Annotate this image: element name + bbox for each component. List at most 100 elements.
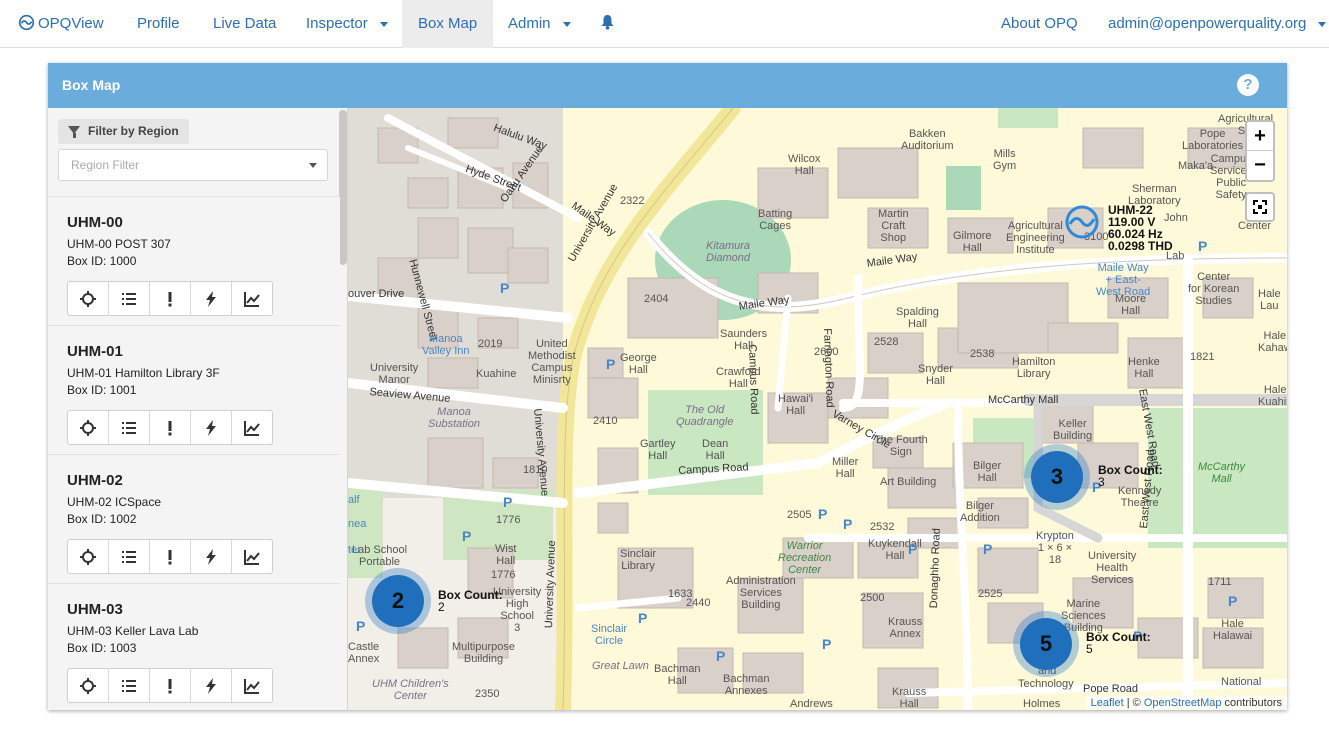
parking-icon: P [1228, 593, 1238, 609]
fullscreen-button[interactable] [1245, 192, 1275, 222]
nav-box-map[interactable]: Box Map [402, 0, 494, 48]
box-card[interactable]: UHM-03 UHM-03 Keller Lava Lab Box ID: 1003 [48, 583, 340, 710]
map-label-great-lawn: Great Lawn [592, 660, 649, 672]
fullscreen-icon [1253, 200, 1267, 214]
parking-icon: P [1198, 238, 1208, 254]
bolt-button[interactable] [191, 669, 232, 702]
box-name: UHM-02 [67, 472, 123, 489]
map-label-n2322: 2322 [620, 195, 645, 207]
map-label-center-korean: Center for Korean Studies [1188, 271, 1240, 307]
map-label-univ-manor: University Manor [370, 362, 419, 386]
parking-icon: P [843, 516, 853, 532]
list-button[interactable] [109, 669, 150, 702]
parking-icon: P [983, 541, 993, 557]
map-label-n2019: 2019 [478, 338, 503, 350]
box-name: UHM-01 [67, 343, 123, 360]
crosshair-button[interactable] [68, 540, 109, 573]
map-label-admin-services: Administration Services Building [726, 575, 796, 611]
zoom-out-button[interactable]: − [1247, 151, 1273, 180]
map-label-warrior: Warrior Recreation Center [778, 540, 832, 576]
alert-icon [168, 549, 172, 564]
cluster-marker-2[interactable]: 2 [365, 568, 431, 634]
device-readout: UHM-22 119.00 V 60.024 Hz 0.0298 THD [1108, 204, 1173, 252]
box-id: Box ID: 1003 [67, 641, 137, 655]
map-label-sinclair-circle: Sinclair Circle [591, 623, 628, 647]
map-label-wilcox-hall: Wilcox Hall [788, 153, 821, 177]
trend-chart-button[interactable] [232, 282, 272, 315]
map-label-n2404: 2404 [644, 293, 669, 305]
nav-about[interactable]: About OPQ [1001, 0, 1078, 48]
bolt-button[interactable] [191, 411, 232, 444]
notifications-button[interactable] [600, 0, 615, 48]
map-label-bilger: Bilger Hall [973, 460, 1002, 484]
alert-button[interactable] [150, 411, 191, 444]
attribution-suffix: contributors [1221, 697, 1282, 709]
leaflet-link[interactable]: Leaflet [1091, 697, 1124, 709]
map-label-kennedy: Kennedy Theatre [1118, 485, 1162, 509]
map-label-bachman: Bachman Hall [654, 663, 701, 687]
trend-chart-button[interactable] [232, 540, 272, 573]
chevron-down-icon [1318, 21, 1327, 27]
nav-admin-dropdown[interactable]: Admin [508, 0, 571, 48]
crosshair-button[interactable] [68, 669, 109, 702]
cluster-count: 3 [1031, 451, 1083, 503]
map-label-crawford: Crawford Hall [716, 366, 761, 390]
list-button[interactable] [109, 411, 150, 444]
list-button[interactable] [109, 540, 150, 573]
nav-user-dropdown[interactable]: admin@openpowerquality.org [1108, 0, 1327, 48]
map-label-spalding: Spalding Hall [896, 306, 939, 330]
nav-profile[interactable]: Profile [137, 0, 180, 48]
bolt-button[interactable] [191, 540, 232, 573]
box-card[interactable]: UHM-01 UHM-01 Hamilton Library 3F Box ID: … [48, 325, 340, 454]
map-attribution: Leaflet | © OpenStreetMap contributors [1085, 696, 1287, 710]
bolt-icon [206, 548, 216, 565]
map-label-gartley: Gartley Hall [640, 438, 676, 462]
region-filter-select[interactable]: Region Filter [58, 149, 328, 181]
nav-live-data[interactable]: Live Data [213, 0, 276, 48]
box-card[interactable]: UHM-02 UHM-02 ICSpace Box ID: 1002 [48, 454, 340, 583]
trend-chart-button[interactable] [232, 411, 272, 444]
map-label-n2410: 2410 [593, 415, 618, 427]
box-actions [67, 539, 273, 574]
map-label-henke: Henke Hall [1128, 356, 1160, 380]
bolt-button[interactable] [191, 282, 232, 315]
map-label-n1810: 1810 [523, 464, 548, 476]
list-button[interactable] [109, 282, 150, 315]
box-actions [67, 410, 273, 445]
box-card[interactable]: UHM-00 UHM-00 POST 307 Box ID: 1000 [48, 196, 340, 325]
zoom-in-button[interactable]: + [1247, 122, 1273, 151]
alert-button[interactable] [150, 669, 191, 702]
map-label-n2500: 2500 [860, 592, 885, 604]
crosshair-button[interactable] [68, 411, 109, 444]
alert-button[interactable] [150, 540, 191, 573]
bolt-icon [206, 419, 216, 436]
trend-chart-button[interactable] [232, 669, 272, 702]
help-icon[interactable]: ? [1237, 74, 1259, 96]
crosshair-button[interactable] [68, 282, 109, 315]
device-marker-uhm-22[interactable] [1064, 204, 1100, 245]
parking-icon: P [356, 618, 366, 634]
box-id: Box ID: 1001 [67, 383, 137, 397]
map-label-n2350: 2350 [475, 688, 500, 700]
cluster-marker-5[interactable]: 5 [1013, 611, 1079, 677]
map-label-mills-gym: Mills Gym [993, 148, 1017, 172]
sidebar-scrollbar[interactable] [339, 110, 347, 265]
box-actions [67, 281, 273, 316]
box-id: Box ID: 1000 [67, 254, 137, 268]
cluster-label-value: 5 [1086, 642, 1093, 656]
map-label-multipurpose: Multipurpose Building [452, 641, 515, 665]
map-label-andrews: Andrews [790, 698, 833, 710]
map-label-tech: Technology [1018, 678, 1074, 690]
alert-button[interactable] [150, 282, 191, 315]
cluster-marker-3[interactable]: 3 [1024, 444, 1090, 510]
box-list-sidebar: Filter by Region Region Filter UHM-00 UHM… [48, 108, 348, 710]
box-map[interactable]: Halulu Way Hyde Street Oahu Avenue Maile Wa… [348, 108, 1287, 710]
crosshair-icon [80, 548, 96, 565]
map-label-n2505: 2505 [787, 509, 812, 521]
brand-link[interactable]: OPQView [18, 0, 104, 48]
nav-inspector-dropdown[interactable]: Inspector [306, 0, 388, 48]
map-label-bakken: Bakken Auditorium [901, 128, 954, 152]
trend-chart-icon [244, 678, 260, 694]
map-label-dean: Dean Hall [702, 438, 729, 462]
osm-link[interactable]: OpenStreetMap [1144, 697, 1222, 709]
